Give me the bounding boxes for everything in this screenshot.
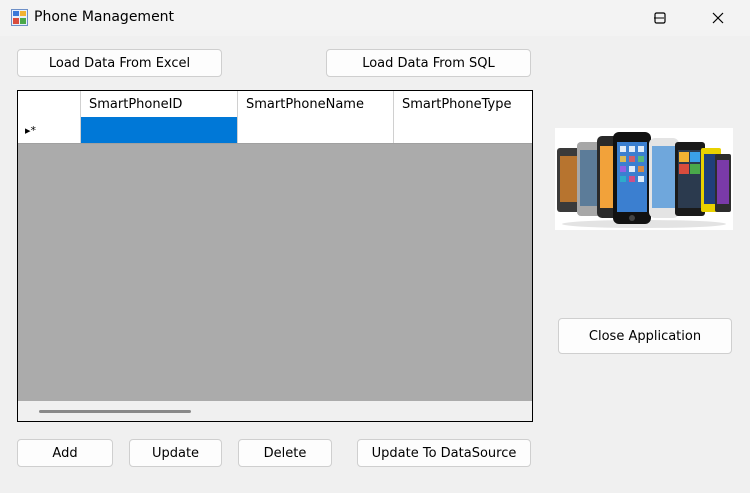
title-bar[interactable]: Phone Management xyxy=(0,0,750,36)
update-label: Update xyxy=(151,445,200,461)
load-sql-button[interactable]: Load Data From SQL xyxy=(326,49,531,77)
update-button[interactable]: Update xyxy=(129,439,222,467)
add-label: Add xyxy=(52,445,78,461)
update-to-datasource-button[interactable]: Update To DataSource xyxy=(357,439,531,467)
new-row-indicator-icon: ▸* xyxy=(25,123,37,137)
load-excel-button[interactable]: Load Data From Excel xyxy=(17,49,222,77)
app-icon xyxy=(11,9,28,26)
maximize-button[interactable] xyxy=(631,0,689,36)
column-header-smartphonename[interactable]: SmartPhoneName xyxy=(238,91,394,117)
column-header-smartphoneid[interactable]: SmartPhoneID xyxy=(81,91,238,117)
row-header-corner[interactable] xyxy=(18,91,81,117)
phone-management-window: Phone Management Load Data From Excel Lo… xyxy=(0,0,750,493)
close-button[interactable] xyxy=(689,0,747,36)
add-button[interactable]: Add xyxy=(17,439,113,467)
grid-cell-selected[interactable] xyxy=(81,117,238,143)
window-title: Phone Management xyxy=(34,9,175,25)
delete-label: Delete xyxy=(263,445,307,461)
grid-new-row[interactable]: ▸* xyxy=(18,117,532,144)
load-sql-label: Load Data From SQL xyxy=(362,55,495,71)
column-header-label: SmartPhoneType xyxy=(402,96,512,112)
close-application-label: Close Application xyxy=(588,328,702,344)
column-header-smartphonetype[interactable]: SmartPhoneType xyxy=(394,91,532,117)
column-header-label: SmartPhoneID xyxy=(89,96,183,112)
data-grid[interactable]: SmartPhoneID SmartPhoneName SmartPhoneTy… xyxy=(17,90,533,422)
close-application-button[interactable]: Close Application xyxy=(558,318,732,354)
grid-header-row: SmartPhoneID SmartPhoneName SmartPhoneTy… xyxy=(18,91,532,117)
close-icon xyxy=(712,12,724,24)
grid-cell[interactable] xyxy=(394,117,532,143)
horizontal-scrollbar[interactable] xyxy=(18,401,532,421)
grid-cell[interactable] xyxy=(238,117,394,143)
scrollbar-thumb[interactable] xyxy=(39,410,191,413)
column-header-label: SmartPhoneName xyxy=(246,96,364,112)
maximize-icon xyxy=(654,12,666,24)
load-excel-label: Load Data From Excel xyxy=(48,55,191,71)
update-to-datasource-label: Update To DataSource xyxy=(371,445,517,461)
delete-button[interactable]: Delete xyxy=(238,439,332,467)
row-header-new[interactable]: ▸* xyxy=(18,117,81,143)
smartphones-image xyxy=(555,128,733,230)
